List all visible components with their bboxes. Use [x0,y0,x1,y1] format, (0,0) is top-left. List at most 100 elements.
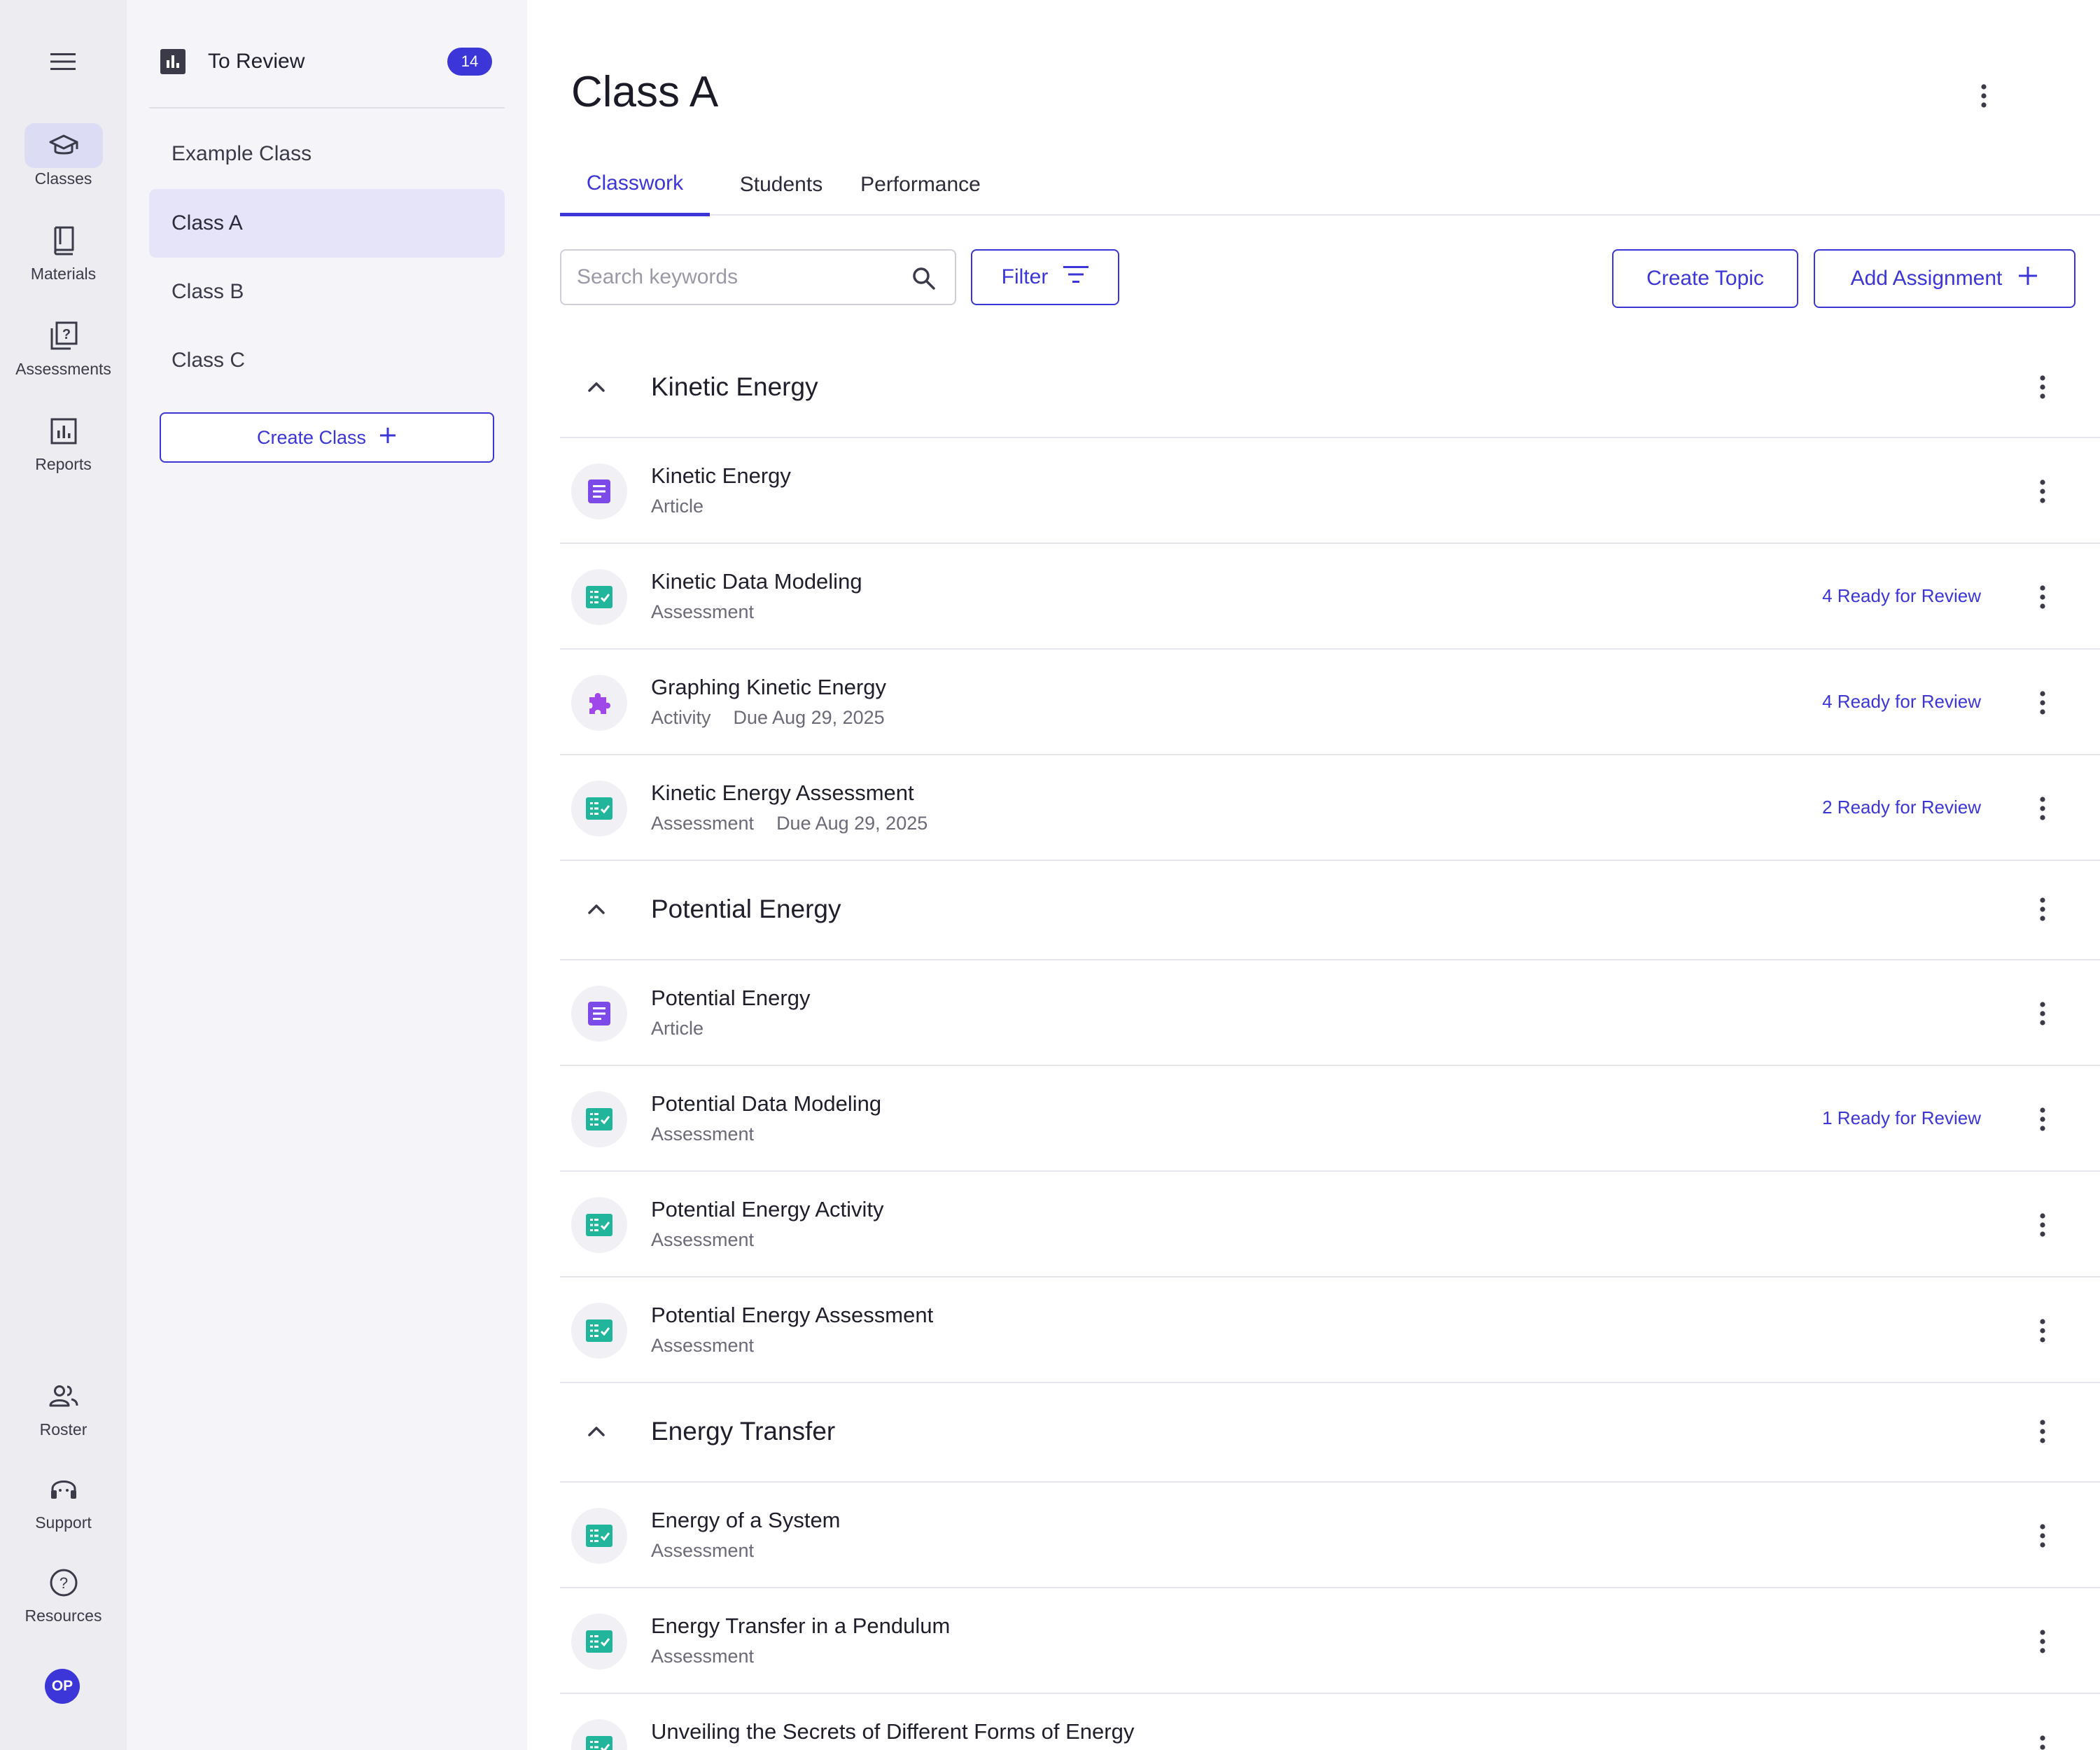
add-assignment-button[interactable]: Add Assignment [1814,249,2076,308]
assessment-icon [571,569,627,625]
item-type: Assessment Due Aug 29, 2025 [651,813,927,834]
item-title: Unveiling the Secrets of Different Forms… [651,1719,1135,1744]
to-review-item[interactable]: To Review 14 [149,39,492,84]
rail-item-roster[interactable]: Roster [0,1374,127,1439]
filter-button[interactable]: Filter [971,249,1119,305]
more-options-icon[interactable] [2029,1410,2057,1452]
plus-icon [2017,265,2038,292]
create-class-button[interactable]: Create Class [160,412,494,463]
item-title: Graphing Kinetic Energy [651,675,887,699]
item-title: Potential Energy Assessment [651,1303,934,1327]
topic-title: Energy Transfer [651,1417,836,1446]
list-item[interactable]: Potential Energy Article [560,960,2100,1066]
class-item-class-c[interactable]: Class C [149,326,505,395]
item-title: Energy of a System [651,1508,841,1532]
hamburger-menu-icon[interactable] [48,49,78,74]
page-title: Class A [571,68,719,116]
item-type: Assessment [651,1229,754,1251]
ready-for-review-link[interactable]: 4 Ready for Review [1822,691,1981,713]
more-options-icon[interactable] [2029,682,2057,724]
list-item[interactable]: Kinetic Energy Assessment Assessment Due … [560,755,2100,861]
class-item-class-a[interactable]: Class A [149,189,505,258]
more-options-icon[interactable] [2029,1726,2057,1750]
due-date: Due Aug 29, 2025 [776,813,928,834]
list-item[interactable]: Potential Data Modeling Assessment 1 Rea… [560,1066,2100,1172]
more-options-icon[interactable] [2029,788,2057,830]
ready-for-review-link[interactable]: 2 Ready for Review [1822,797,1981,818]
more-options-icon[interactable] [2029,888,2057,930]
more-options-icon[interactable] [2029,1515,2057,1557]
bar-chart-icon [24,409,103,454]
more-options-icon[interactable] [2029,1098,2057,1140]
list-item[interactable]: Kinetic Data Modeling Assessment 4 Ready… [560,544,2100,650]
list-item[interactable]: Graphing Kinetic Energy Activity Due Aug … [560,650,2100,755]
more-options-icon[interactable] [2029,576,2057,618]
topic-header-energy-transfer: Energy Transfer [560,1380,2100,1483]
graduation-cap-icon [24,123,103,168]
item-title: Kinetic Energy [651,463,791,488]
item-type: Assessment [651,1646,754,1667]
svg-text:?: ? [62,327,70,342]
rail-item-assessments[interactable]: ? Assessments [0,314,127,379]
more-options-icon[interactable] [1970,75,1998,117]
more-options-icon[interactable] [2029,1310,2057,1352]
avatar[interactable]: OP [45,1669,80,1704]
list-item[interactable]: Potential Energy Activity Assessment [560,1172,2100,1278]
search-input[interactable] [577,265,899,289]
rail-label-reports: Reports [35,455,92,473]
class-item-class-b[interactable]: Class B [149,258,505,326]
item-title: Potential Energy Activity [651,1197,884,1222]
more-options-icon[interactable] [2029,470,2057,512]
headset-icon [24,1467,103,1512]
chevron-up-icon[interactable] [581,372,612,402]
bar-chart-icon [159,48,187,76]
item-type: Activity Due Aug 29, 2025 [651,707,885,729]
list-item[interactable]: Kinetic Energy Article [560,438,2100,544]
list-item[interactable]: Energy of a System Assessment [560,1483,2100,1588]
chevron-up-icon[interactable] [581,894,612,925]
class-item-example-class[interactable]: Example Class [149,120,505,188]
rail-item-materials[interactable]: Materials [0,218,127,284]
create-topic-label: Create Topic [1646,267,1764,290]
item-type-label: Assessment [651,1646,755,1667]
people-icon [24,1374,103,1419]
rail-label-materials: Materials [30,265,97,283]
more-options-icon[interactable] [2029,993,2057,1035]
list-item[interactable]: Unveiling the Secrets of Different Forms… [560,1694,2100,1750]
list-item[interactable]: Energy Transfer in a Pendulum Assessment [560,1588,2100,1694]
rail-item-support[interactable]: Support [0,1467,127,1532]
tab-classwork[interactable]: Classwork [560,154,710,216]
more-options-icon[interactable] [2029,1620,2057,1662]
search-icon[interactable] [910,265,938,293]
rail-item-reports[interactable]: Reports [0,409,127,474]
tab-performance[interactable]: Performance [847,154,994,216]
more-options-icon[interactable] [2029,366,2057,408]
ready-for-review-link[interactable]: 4 Ready for Review [1822,585,1981,607]
create-topic-button[interactable]: Create Topic [1612,249,1798,308]
rail-label-support: Support [35,1513,92,1532]
filter-label: Filter [1001,265,1049,288]
item-title: Potential Energy [651,986,811,1010]
search-box [560,249,956,305]
more-options-icon[interactable] [2029,1204,2057,1246]
rail-item-classes[interactable]: Classes [0,123,127,188]
article-icon [571,986,627,1042]
nav-rail: Classes Materials ? Assessments Reports … [0,0,127,1750]
tab-students[interactable]: Students [725,154,837,216]
ready-for-review-link[interactable]: 1 Ready for Review [1822,1107,1981,1129]
to-review-count-badge: 14 [447,48,492,76]
item-type: Article [651,496,704,517]
rail-label-roster: Roster [39,1420,88,1438]
list-item[interactable]: Potential Energy Assessment Assessment [560,1278,2100,1383]
item-type: Article [651,1018,704,1040]
item-type: Assessment [651,1540,754,1562]
to-review-label: To Review [208,50,305,73]
assessment-icon [571,1303,627,1359]
assessment-icon [571,1197,627,1253]
rail-item-resources[interactable]: ? Resources [0,1560,127,1625]
chevron-up-icon[interactable] [581,1416,612,1447]
article-icon [571,463,627,519]
item-title: Potential Data Modeling [651,1091,882,1116]
assessment-icon [571,780,627,836]
due-date: Due Aug 29, 2025 [733,707,885,728]
